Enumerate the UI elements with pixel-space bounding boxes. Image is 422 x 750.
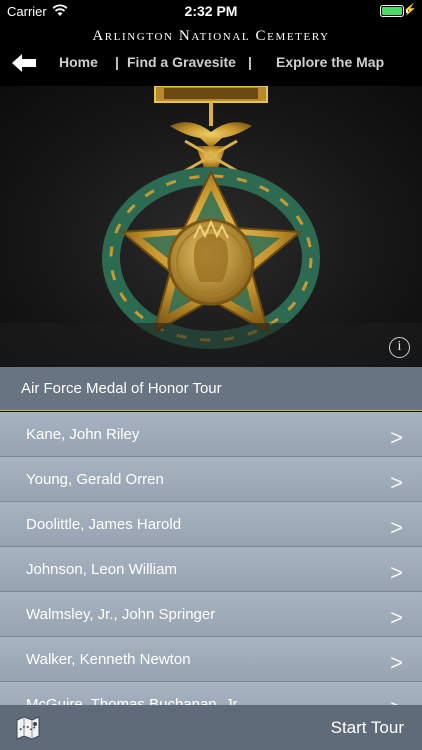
nav-separator: | <box>248 54 252 70</box>
status-bar: Carrier 2:32 PM ⚡ <box>0 0 422 22</box>
chevron-right-icon: > <box>390 515 403 540</box>
list-item-label: Walker, Kenneth Newton <box>26 651 191 668</box>
list-item-label: Walmsley, Jr., John Springer <box>26 606 216 623</box>
info-icon[interactable]: i <box>389 337 410 358</box>
app-title: Arlington National Cemetery <box>92 28 330 44</box>
nav-find-gravesite-link[interactable]: Find a Gravesite <box>127 54 236 70</box>
footer-toolbar: Start Tour <box>0 705 422 750</box>
charging-icon: ⚡ <box>403 4 417 16</box>
map-icon[interactable] <box>15 715 41 741</box>
chevron-right-icon: > <box>390 695 403 705</box>
list-item[interactable]: Young, Gerald Orren > <box>0 457 422 502</box>
list-item[interactable]: Walker, Kenneth Newton > <box>0 637 422 682</box>
list-item-label: Young, Gerald Orren <box>26 471 164 488</box>
list-item[interactable]: McGuire, Thomas Buchanan, Jr. > <box>0 682 422 705</box>
nav-home-link[interactable]: Home <box>59 54 98 70</box>
back-arrow-icon[interactable] <box>10 52 38 74</box>
chevron-right-icon: > <box>390 650 403 675</box>
list-item[interactable]: Johnson, Leon William > <box>0 547 422 592</box>
list-item[interactable]: Walmsley, Jr., John Springer > <box>0 592 422 637</box>
nav-separator: | <box>115 54 119 70</box>
list-item[interactable]: Doolittle, James Harold > <box>0 502 422 547</box>
list-item[interactable]: Kane, John Riley > <box>0 412 422 457</box>
app-header: Arlington National Cemetery Home | Find … <box>0 22 422 86</box>
chevron-right-icon: > <box>390 560 403 585</box>
list-item-label: Kane, John Riley <box>26 426 140 443</box>
hero-image <box>0 86 422 367</box>
tour-stop-list: Kane, John Riley > Young, Gerald Orren >… <box>0 412 422 705</box>
list-item-label: McGuire, Thomas Buchanan, Jr. <box>26 696 241 705</box>
list-item-label: Doolittle, James Harold <box>26 516 182 533</box>
clock: 2:32 PM <box>184 3 238 19</box>
nav-explore-map-link[interactable]: Explore the Map <box>276 54 384 70</box>
list-item-label: Johnson, Leon William <box>26 561 177 578</box>
battery-icon <box>380 5 404 17</box>
start-tour-button[interactable]: Start Tour <box>331 718 404 738</box>
tour-title: Air Force Medal of Honor Tour <box>0 367 422 411</box>
hero-caption-strip <box>0 323 422 367</box>
chevron-right-icon: > <box>390 425 403 450</box>
chevron-right-icon: > <box>390 470 403 495</box>
chevron-right-icon: > <box>390 605 403 630</box>
